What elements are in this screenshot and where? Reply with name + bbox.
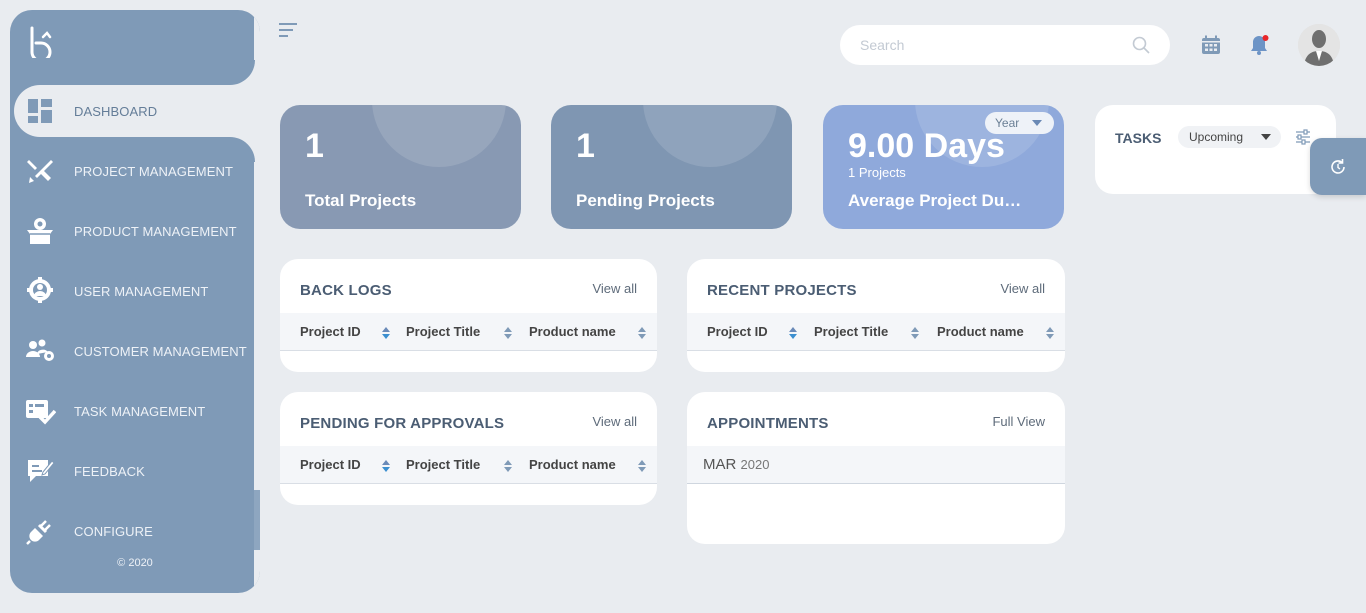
column-header-project-id[interactable]: Project ID	[300, 324, 361, 339]
sidebar-item-label: TASK MANAGEMENT	[74, 403, 206, 419]
caret-down-icon	[1032, 120, 1042, 126]
sort-icon[interactable]	[382, 327, 390, 339]
sidebar-item-user-management[interactable]: USER MANAGEMENT	[10, 265, 255, 317]
calendar-icon[interactable]	[1201, 35, 1221, 55]
view-all-link[interactable]: View all	[592, 414, 637, 429]
full-view-link[interactable]: Full View	[992, 414, 1045, 429]
view-all-link[interactable]: View all	[1000, 281, 1045, 296]
pending-approvals-panel: PENDING FOR APPROVALS View all Project I…	[280, 392, 657, 505]
decorative-circle	[643, 105, 777, 167]
avatar[interactable]	[1298, 24, 1340, 66]
caret-down-icon	[1261, 134, 1271, 140]
stat-value: 1	[576, 127, 595, 165]
refresh-button[interactable]	[1310, 138, 1366, 195]
column-header-product-name[interactable]: Product name	[937, 324, 1024, 339]
column-header-product-name[interactable]: Product name	[529, 324, 616, 339]
year-select[interactable]: Year	[985, 112, 1054, 134]
stat-label: Average Project Duration	[848, 191, 1022, 210]
panel-title: APPOINTMENTS	[707, 415, 829, 432]
bell-icon[interactable]	[1248, 34, 1270, 56]
view-all-link[interactable]: View all	[592, 281, 637, 296]
menu-icon[interactable]	[279, 22, 297, 38]
year-select-value: Year	[995, 116, 1020, 130]
sidebar-item-label: PRODUCT MANAGEMENT	[74, 223, 237, 239]
year-label: 2020	[740, 457, 770, 472]
tasks-title: TASKS	[1115, 130, 1162, 146]
copyright: © 2020	[117, 557, 153, 569]
sidebar-item-task-management[interactable]: TASK MANAGEMENT	[10, 385, 255, 437]
backlogs-panel: BACK LOGS View all Project ID Project Ti…	[280, 259, 657, 372]
calendar-month: MAR 2020	[703, 456, 769, 473]
customers-icon	[24, 335, 56, 367]
calendar-month-bar: MAR 2020	[687, 446, 1065, 484]
active-curve	[230, 60, 255, 85]
sidebar-item-configure[interactable]: CONFIGURE	[10, 505, 255, 557]
column-header-project-title[interactable]: Project Title	[814, 324, 888, 339]
panel-title: PENDING FOR APPROVALS	[300, 415, 505, 432]
sidebar-item-product-management[interactable]: PRODUCT MANAGEMENT	[10, 205, 255, 257]
tasks-filter-select[interactable]: Upcoming	[1178, 126, 1281, 148]
sort-icon[interactable]	[638, 327, 646, 339]
tasks-panel: TASKS Upcoming	[1095, 105, 1336, 194]
sidebar-item-customer-management[interactable]: CUSTOMER MANAGEMENT	[10, 325, 255, 377]
stat-value: 9.00 Days	[848, 127, 1005, 165]
tools-icon	[24, 155, 56, 187]
sort-icon[interactable]	[911, 327, 919, 339]
table-header: Project ID Project Title Product name	[280, 446, 657, 484]
table-header: Project ID Project Title Product name	[280, 313, 657, 351]
month-label: MAR	[703, 456, 737, 473]
task-check-icon	[24, 395, 56, 427]
column-header-project-title[interactable]: Project Title	[406, 324, 480, 339]
panel-title: BACK LOGS	[300, 282, 392, 299]
sidebar: DASHBOARD PROJECT MANAGEMENT PRODUCT MAN…	[10, 10, 260, 593]
sort-icon[interactable]	[504, 460, 512, 472]
sidebar-item-label: USER MANAGEMENT	[74, 283, 209, 299]
sidebar-item-label: DASHBOARD	[74, 103, 158, 119]
box-gear-icon	[24, 215, 56, 247]
refresh-icon	[1331, 159, 1345, 174]
stat-value: 1	[305, 127, 324, 165]
logo-icon[interactable]	[28, 26, 54, 58]
stat-card-average-duration[interactable]: 9.00 Days 1 Projects Average Project Dur…	[823, 105, 1064, 229]
stat-card-pending-projects[interactable]: 1 Pending Projects	[551, 105, 792, 229]
stat-subtext: 1 Projects	[848, 165, 906, 180]
appointments-panel: APPOINTMENTS Full View MAR 2020	[687, 392, 1065, 544]
plug-icon	[24, 515, 56, 547]
column-header-project-id[interactable]: Project ID	[707, 324, 768, 339]
stat-card-total-projects[interactable]: 1 Total Projects	[280, 105, 521, 229]
table-header: Project ID Project Title Product name	[687, 313, 1065, 351]
sort-icon[interactable]	[638, 460, 646, 472]
stat-label: Total Projects	[305, 191, 417, 210]
recent-projects-panel: RECENT PROJECTS View all Project ID Proj…	[687, 259, 1065, 372]
dashboard-icon	[24, 95, 56, 127]
sidebar-item-label: FEEDBACK	[74, 463, 145, 479]
sidebar-item-dashboard[interactable]: DASHBOARD	[14, 85, 255, 137]
sidebar-item-project-management[interactable]: PROJECT MANAGEMENT	[10, 145, 255, 197]
feedback-icon	[24, 455, 56, 487]
stat-label: Pending Projects	[576, 191, 715, 210]
sort-icon[interactable]	[789, 327, 797, 339]
sidebar-item-feedback[interactable]: FEEDBACK	[10, 445, 255, 497]
sort-icon[interactable]	[382, 460, 390, 472]
column-header-product-name[interactable]: Product name	[529, 457, 616, 472]
column-header-project-id[interactable]: Project ID	[300, 457, 361, 472]
tasks-filter-value: Upcoming	[1189, 130, 1244, 144]
user-avatar-icon	[1298, 24, 1340, 66]
column-header-project-title[interactable]: Project Title	[406, 457, 480, 472]
sort-icon[interactable]	[504, 327, 512, 339]
user-gear-icon	[24, 275, 56, 307]
sidebar-item-label: CUSTOMER MANAGEMENT	[74, 343, 247, 359]
sidebar-item-label: CONFIGURE	[74, 523, 153, 539]
decorative-circle	[372, 105, 506, 167]
sort-icon[interactable]	[1046, 327, 1054, 339]
search-box	[840, 25, 1170, 65]
settings-sliders-icon[interactable]	[1295, 129, 1311, 145]
panel-title: RECENT PROJECTS	[707, 282, 857, 299]
search-icon[interactable]	[1132, 36, 1150, 54]
search-input[interactable]	[860, 35, 1120, 55]
sidebar-item-label: PROJECT MANAGEMENT	[74, 163, 234, 179]
